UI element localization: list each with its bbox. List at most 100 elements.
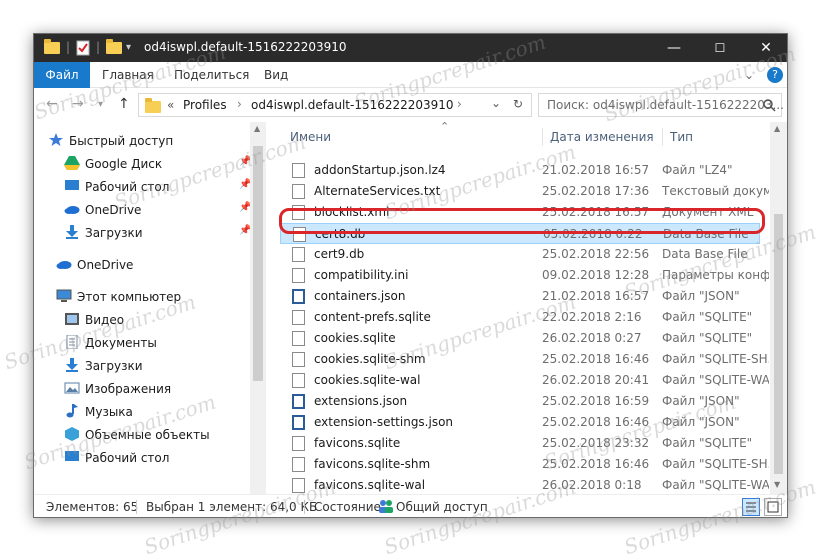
3d-objects-icon (64, 426, 80, 441)
refresh-icon[interactable]: ↻ (513, 97, 523, 111)
column-divider[interactable] (542, 128, 543, 146)
file-row[interactable]: containers.json 21.02.2018 16:57 Файл "JSO… (280, 286, 760, 307)
file-row[interactable]: favicons.sqlite 25.02.2018 23:32 Файл "SQL… (280, 433, 760, 454)
file-row[interactable]: content-prefs.sqlite 22.02.2018 2:16 Файл … (280, 307, 760, 328)
sidebar-item-downloads[interactable]: Загрузки (64, 355, 143, 377)
column-header-date[interactable]: Дата изменения (550, 130, 654, 144)
file-type: Файл "SQLITE-SH... (662, 352, 769, 366)
sidebar-item-desktop-pc[interactable]: Рабочий стол (64, 447, 169, 469)
shared-users-icon (378, 499, 394, 516)
overflow-icon[interactable]: « (167, 98, 174, 112)
cloud-icon (56, 256, 72, 270)
address-bar[interactable]: « Profiles › od4iswpl.default-1516222203… (138, 93, 532, 117)
sidebar-item-onedrive-quick[interactable]: OneDrive (64, 199, 141, 221)
db-file-icon (292, 247, 305, 262)
file-name: cookies.sqlite (314, 331, 396, 345)
file-name: extension-settings.json (314, 415, 454, 429)
column-divider[interactable] (662, 128, 663, 146)
file-name: AlternateServices.txt (314, 184, 441, 198)
address-dropdown-icon[interactable]: ⌄ (491, 96, 501, 110)
file-row[interactable]: extensions.json 25.02.2018 16:59 Файл "JSO… (280, 391, 760, 412)
file-name: favicons.sqlite-wal (314, 478, 426, 492)
tab-share[interactable]: Поделиться (164, 62, 259, 88)
file-name: cookies.sqlite-shm (314, 352, 426, 366)
file-date: 25.02.2018 17:36 (542, 184, 650, 198)
file-type: Файл "SQLITE-WA... (662, 478, 769, 492)
sidebar-item-pictures[interactable]: Изображения (64, 378, 171, 400)
chevron-down-icon[interactable]: ▾ (126, 42, 131, 58)
tab-file[interactable]: Файл (34, 62, 90, 88)
file-row[interactable]: favicons.sqlite-wal 26.02.2018 0:18 Файл "… (280, 475, 769, 494)
file-list-scrollbar[interactable]: ▲ ▼ (770, 122, 787, 494)
file-row[interactable]: cert9.db 25.02.2018 22:56 Data Base File (280, 244, 760, 265)
file-row[interactable]: cookies.sqlite-wal 26.02.2018 20:41 Файл "… (280, 370, 769, 391)
sidebar-item-music[interactable]: Музыка (64, 401, 133, 423)
search-input[interactable]: Поиск: od4iswpl.default-1516222203... (538, 93, 784, 117)
file-date: 21.02.2018 16:57 (542, 163, 650, 177)
breadcrumb-separator-icon: › (457, 97, 462, 111)
close-button[interactable]: ✕ (743, 34, 787, 62)
help-icon[interactable]: ? (767, 67, 783, 83)
file-icon (292, 331, 305, 346)
file-icon (292, 310, 305, 325)
sidebar-item-quick-access[interactable]: Быстрый доступ (48, 130, 173, 152)
file-row[interactable]: compatibility.ini 09.02.2018 12:28 Парамет… (280, 265, 769, 286)
maximize-button[interactable]: ☐ (697, 34, 743, 62)
properties-icon[interactable] (76, 40, 90, 56)
column-header-name[interactable]: Имени (290, 130, 331, 144)
breadcrumb-profile-folder[interactable]: od4iswpl.default-1516222203910 (251, 98, 454, 112)
scroll-up-icon[interactable]: ▲ (254, 124, 260, 133)
navigation-pane: Быстрый доступ Google Диск 📌 Рабочий сто… (34, 122, 266, 494)
file-row[interactable]: addonStartup.json.lz4 21.02.2018 16:57 Фай… (280, 160, 760, 181)
file-icon (292, 436, 305, 451)
new-folder-icon[interactable] (106, 39, 122, 56)
sidebar-item-video[interactable]: Видео (64, 309, 124, 331)
minimize-button[interactable]: — (651, 34, 697, 62)
scroll-up-icon[interactable]: ▲ (774, 124, 780, 133)
scroll-down-icon[interactable]: ▼ (774, 480, 780, 489)
text-file-icon (292, 184, 305, 199)
file-icon (292, 163, 305, 178)
tab-home[interactable]: Главная (92, 62, 164, 88)
sidebar-item-desktop[interactable]: Рабочий стол (64, 176, 169, 198)
file-row[interactable]: cookies.sqlite-shm 25.02.2018 16:46 Файл "… (280, 349, 769, 370)
google-drive-icon (64, 155, 80, 170)
file-row[interactable]: extension-settings.json 25.02.2018 16:46 Ф… (280, 412, 760, 433)
sidebar-item-documents[interactable]: Документы (64, 332, 157, 354)
large-icons-view-button[interactable] (764, 498, 782, 516)
sidebar-item-3d-objects[interactable]: Объемные объекты (64, 424, 210, 446)
search-icon[interactable] (763, 99, 776, 112)
sidebar-item-onedrive[interactable]: OneDrive (56, 254, 133, 276)
file-list-scroll-thumb[interactable] (774, 214, 783, 474)
documents-icon (64, 334, 80, 350)
file-row[interactable]: cookies.sqlite 26.02.2018 0:27 Файл "SQLIT… (280, 328, 760, 349)
title-bar[interactable]: | | ▾ od4iswpl.default-1516222203910 — ☐… (34, 34, 787, 62)
ribbon: Файл Главная Поделиться Вид ⌄ ? (34, 62, 787, 88)
video-icon (64, 311, 80, 325)
up-arrow-icon[interactable]: ↑ (118, 96, 130, 112)
file-row[interactable]: favicons.sqlite-shm 25.02.2018 16:46 Файл … (280, 454, 769, 475)
sidebar-scroll-thumb[interactable] (253, 146, 263, 381)
tab-view[interactable]: Вид (254, 62, 298, 88)
folder-icon (145, 98, 161, 114)
recent-locations-icon[interactable]: ▾ (98, 99, 103, 110)
explorer-window: | | ▾ od4iswpl.default-1516222203910 — ☐… (33, 33, 788, 518)
sharing-status: Общий доступ (396, 500, 488, 514)
file-row[interactable]: AlternateServices.txt 25.02.2018 17:36 Тек… (280, 181, 769, 202)
file-icon (292, 478, 305, 493)
sidebar-item-google-drive[interactable]: Google Диск (64, 153, 162, 175)
details-view-button[interactable] (742, 498, 760, 516)
file-name: containers.json (314, 289, 406, 303)
breadcrumb-profiles[interactable]: Profiles (183, 98, 227, 112)
sidebar-scrollbar[interactable]: ▲ (250, 122, 266, 494)
sidebar-item-this-pc[interactable]: Этот компьютер (56, 286, 181, 308)
file-list: ⌃ Имени Дата изменения Тип addonStartup.… (274, 122, 769, 494)
back-arrow-icon[interactable]: ← (46, 96, 58, 112)
file-type: Файл "JSON" (662, 289, 740, 303)
file-date: 26.02.2018 20:41 (542, 373, 650, 387)
sidebar-item-downloads-quick[interactable]: Загрузки (64, 222, 143, 244)
ribbon-expand-icon[interactable]: ⌄ (734, 62, 764, 88)
forward-arrow-icon[interactable]: → (72, 96, 84, 112)
column-header-type[interactable]: Тип (670, 130, 693, 144)
file-name: content-prefs.sqlite (314, 310, 431, 324)
